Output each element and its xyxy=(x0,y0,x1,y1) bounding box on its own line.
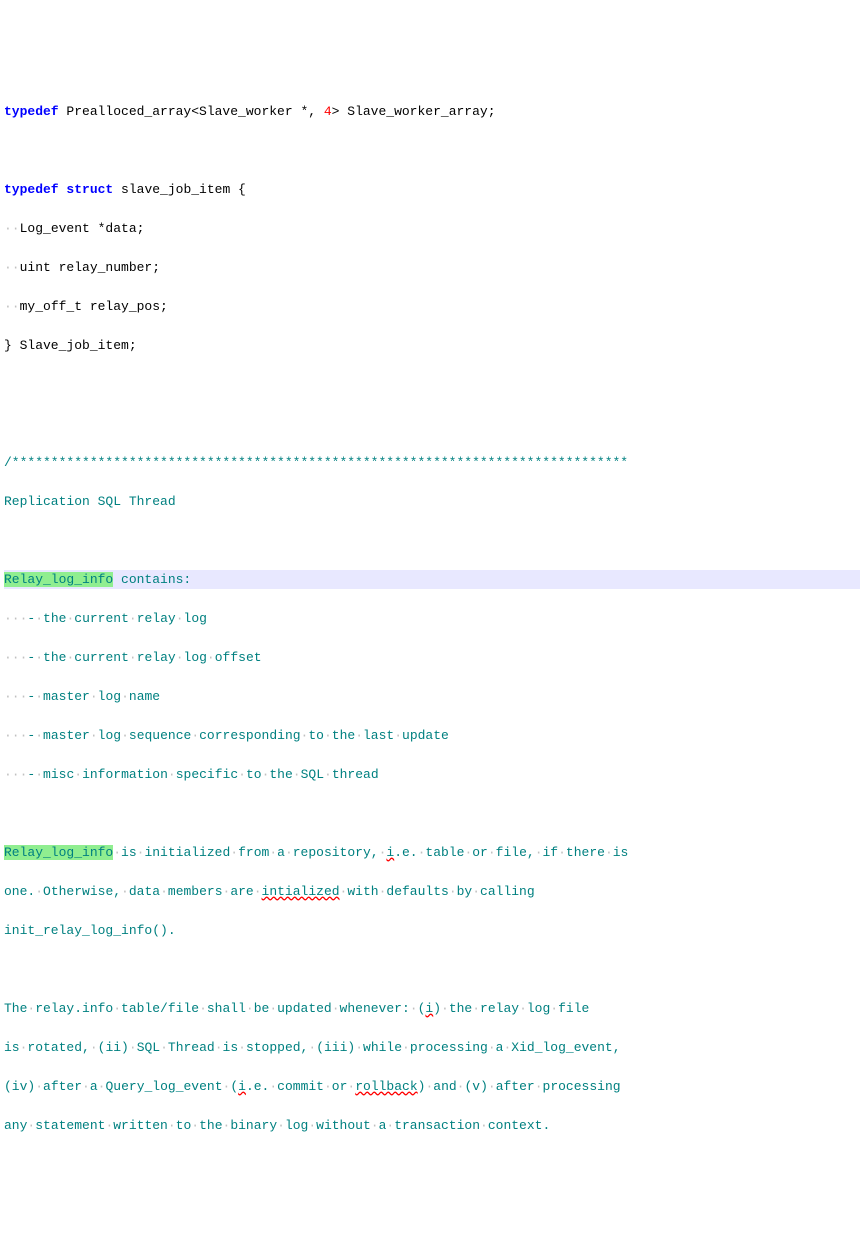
keyword-typedef: typedef xyxy=(4,104,59,119)
comment-text: ·-·the·current·relay·log·offset xyxy=(20,650,262,665)
code-text: Prealloced_array<Slave_worker *, xyxy=(59,104,324,119)
code-line-highlighted: Relay_log_info contains: xyxy=(4,570,860,590)
comment-text: is·rotated,·(ii)·SQL·Thread·is·stopped,·… xyxy=(4,1040,621,1055)
comment-text: contains: xyxy=(113,572,191,587)
code-line: ··Log_event *data; xyxy=(4,219,860,239)
keyword-typedef: typedef xyxy=(4,182,59,197)
code-line-empty xyxy=(4,531,860,551)
code-line: ··uint relay_number; xyxy=(4,258,860,278)
code-line: any·statement·written·to·the·binary·log·… xyxy=(4,1116,860,1136)
spell-error: i xyxy=(386,845,394,860)
comment-text: ·-·master·log·sequence·corresponding·to·… xyxy=(20,728,449,743)
whitespace-marker: ·· xyxy=(4,299,20,314)
code-line: Replication SQL Thread xyxy=(4,492,860,512)
code-line: The·relay.info·table/file·shall·be·updat… xyxy=(4,999,860,1019)
comment-text: init_relay_log_info(). xyxy=(4,923,176,938)
search-match: Relay_log_info xyxy=(4,845,113,860)
code-editor[interactable]: typedef Prealloced_array<Slave_worker *,… xyxy=(4,82,860,1155)
whitespace-marker: ·· xyxy=(4,221,20,236)
comment-text: Replication SQL Thread xyxy=(4,494,176,509)
code-line: } Slave_job_item; xyxy=(4,336,860,356)
code-line: is·rotated,·(ii)·SQL·Thread·is·stopped,·… xyxy=(4,1038,860,1058)
code-line: typedef struct slave_job_item { xyxy=(4,180,860,200)
comment-text: ·-·master·log·name xyxy=(20,689,161,704)
comment-text: ·is·initialized·from·a·repository,·i.e.·… xyxy=(113,845,628,860)
spell-error: i xyxy=(238,1079,246,1094)
comment-text: any·statement·written·to·the·binary·log·… xyxy=(4,1118,550,1133)
code-line: ···-·the·current·relay·log·offset xyxy=(4,648,860,668)
code-text: slave_job_item { xyxy=(113,182,246,197)
code-line: ···-·misc·information·specific·to·the·SQ… xyxy=(4,765,860,785)
code-text: > Slave_worker_array; xyxy=(332,104,496,119)
whitespace-marker: ·· xyxy=(4,689,20,704)
comment-text: one.·Otherwise,·data·members·are·intiali… xyxy=(4,884,535,899)
code-line: ··my_off_t relay_pos; xyxy=(4,297,860,317)
code-line: init_relay_log_info(). xyxy=(4,921,860,941)
code-line-empty xyxy=(4,414,860,434)
whitespace-marker: ·· xyxy=(4,650,20,665)
spell-error: rollback xyxy=(355,1079,417,1094)
comment-text: ·-·the·current·relay·log xyxy=(20,611,207,626)
code-text: uint relay_number; xyxy=(20,260,160,275)
number-literal: 4 xyxy=(324,104,332,119)
code-line: (iv)·after·a·Query_log_event·(i.e.·commi… xyxy=(4,1077,860,1097)
code-line: typedef Prealloced_array<Slave_worker *,… xyxy=(4,102,860,122)
code-line-empty xyxy=(4,141,860,161)
code-line-empty xyxy=(4,960,860,980)
comment-text: /***************************************… xyxy=(4,455,628,470)
whitespace-marker: ·· xyxy=(4,260,20,275)
comment-text: ·-·misc·information·specific·to·the·SQL·… xyxy=(20,767,379,782)
whitespace-marker: ·· xyxy=(4,611,20,626)
code-line-empty xyxy=(4,804,860,824)
code-line: ···-·master·log·name xyxy=(4,687,860,707)
code-line: one.·Otherwise,·data·members·are·intiali… xyxy=(4,882,860,902)
keyword-struct: struct xyxy=(66,182,113,197)
code-text: } Slave_job_item; xyxy=(4,338,137,353)
code-text: my_off_t relay_pos; xyxy=(20,299,168,314)
whitespace-marker: ·· xyxy=(4,767,20,782)
code-line-empty xyxy=(4,375,860,395)
search-match: Relay_log_info xyxy=(4,572,113,587)
code-line: Relay_log_info·is·initialized·from·a·rep… xyxy=(4,843,860,863)
spell-error: i xyxy=(425,1001,433,1016)
code-line: /***************************************… xyxy=(4,453,860,473)
comment-text: The·relay.info·table/file·shall·be·updat… xyxy=(4,1001,589,1016)
whitespace-marker: ·· xyxy=(4,728,20,743)
spell-error: intialized xyxy=(262,884,340,899)
code-text: Log_event *data; xyxy=(20,221,145,236)
code-line: ···-·master·log·sequence·corresponding·t… xyxy=(4,726,860,746)
code-line: ···-·the·current·relay·log xyxy=(4,609,860,629)
comment-text: (iv)·after·a·Query_log_event·(i.e.·commi… xyxy=(4,1079,621,1094)
